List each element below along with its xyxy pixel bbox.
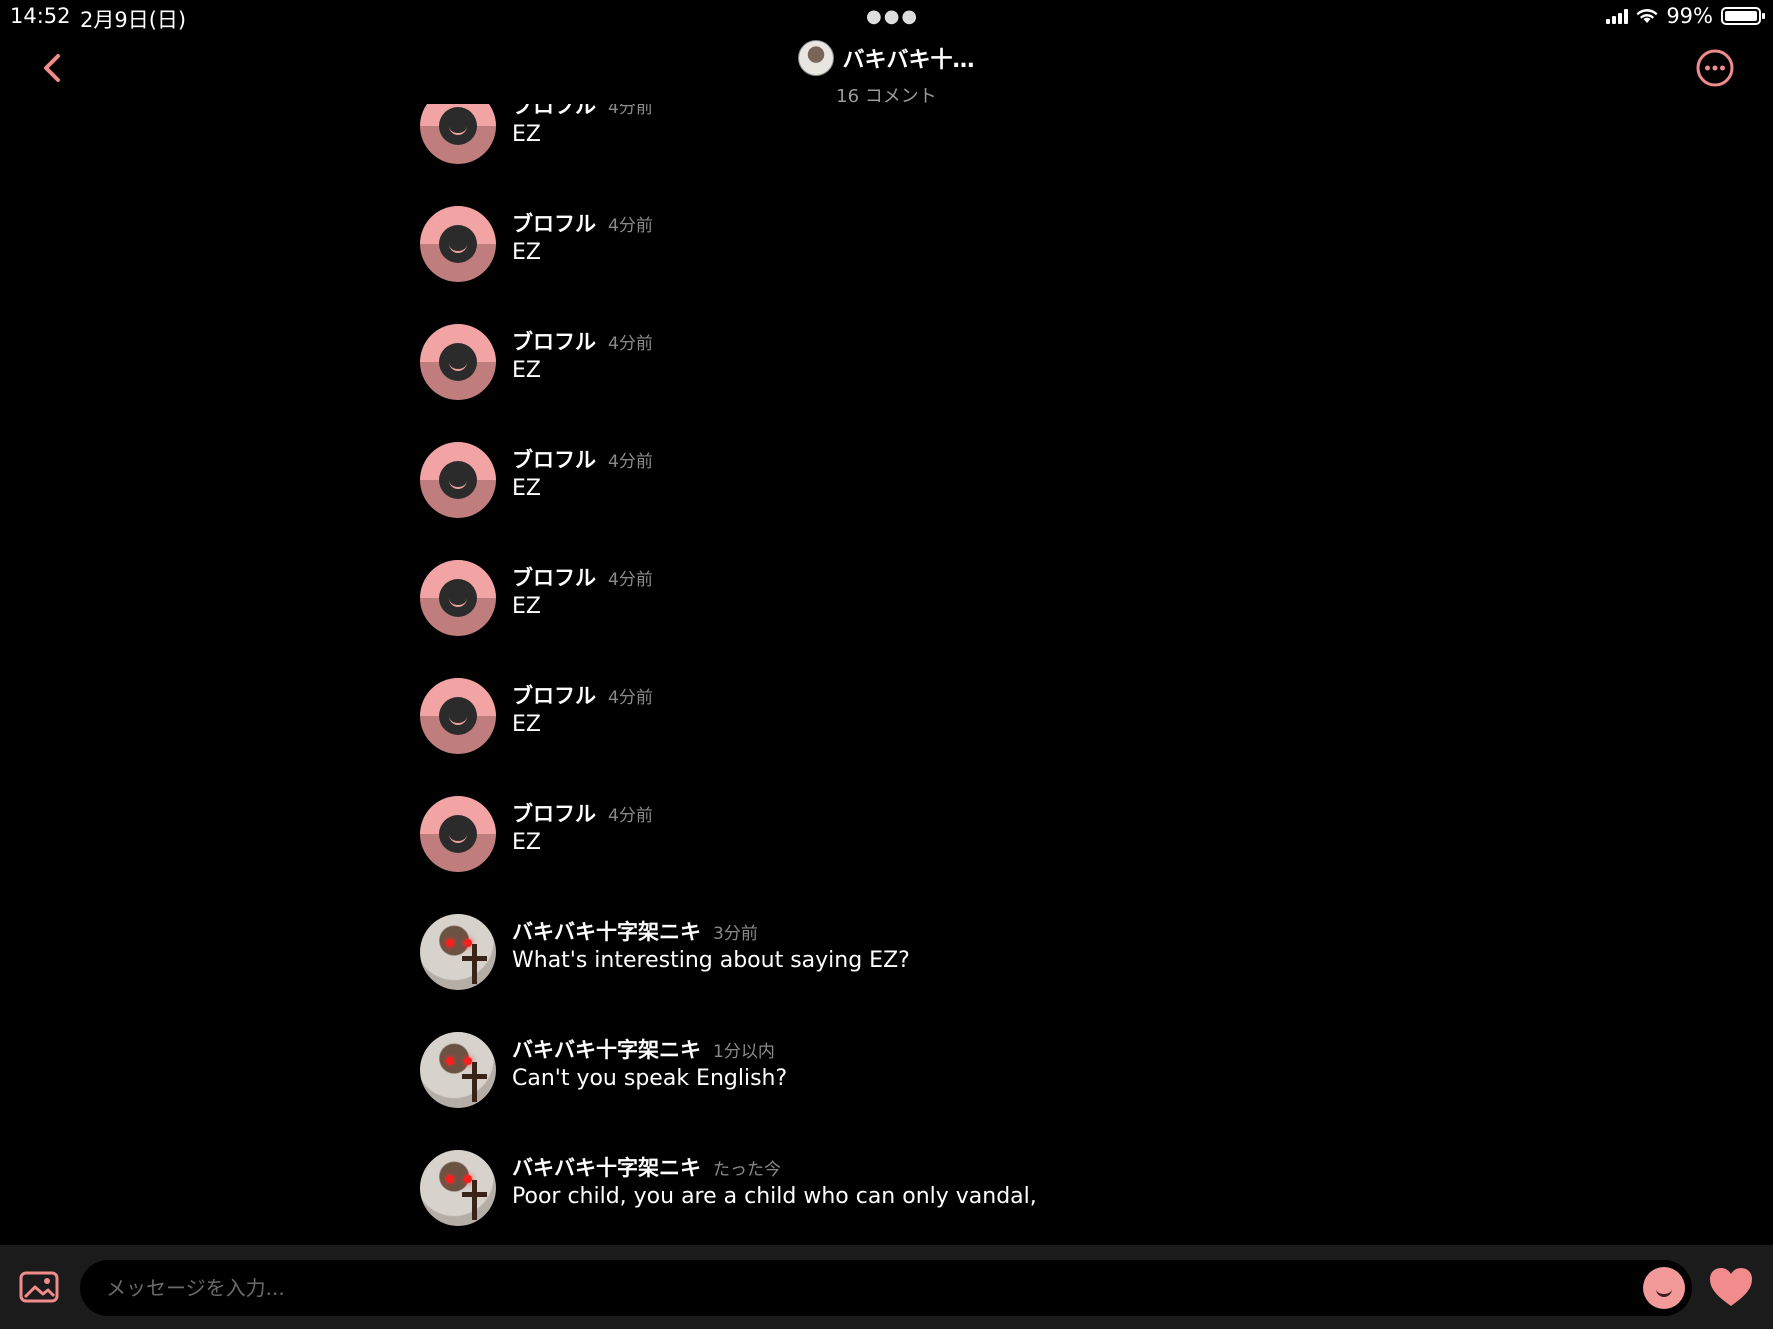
thread-header[interactable]: バキバキ十… 16 コメント (0, 40, 1773, 108)
message-author[interactable]: ブロフル (512, 104, 596, 118)
message-author[interactable]: ブロフル (512, 448, 596, 472)
message-time: 4分前 (608, 104, 653, 118)
blob-face-icon[interactable] (420, 324, 496, 400)
message-text: EZ (512, 830, 541, 855)
blob-face-icon[interactable] (420, 104, 496, 164)
heart-icon[interactable] (1707, 1265, 1755, 1309)
message-author[interactable]: ブロフル (512, 212, 596, 236)
status-date: 2月9日(日) (80, 8, 187, 32)
message-time: 3分前 (713, 924, 758, 944)
message-text: Poor child, you are a child who can only… (512, 1184, 1037, 1209)
message-time: 4分前 (608, 688, 653, 708)
user-photo-avatar[interactable] (420, 914, 496, 990)
message-text: Can't you speak English? (512, 1066, 788, 1091)
status-indicators: 99% (1606, 4, 1765, 28)
message-text: EZ (512, 122, 541, 147)
message-text: EZ (512, 240, 541, 265)
blob-face-icon[interactable] (420, 796, 496, 872)
message-time: 4分前 (608, 570, 653, 590)
status-bar: 14:52 2月9日(日) ●●● 99% (0, 0, 1773, 34)
user-photo-avatar[interactable] (420, 1150, 496, 1226)
message-time: たった今 (713, 1160, 781, 1180)
image-picker-icon[interactable] (18, 1267, 60, 1307)
message-time: 4分前 (608, 334, 653, 354)
message-author[interactable]: ブロフル (512, 684, 596, 708)
composer-bar (0, 1245, 1773, 1329)
cellular-signal-icon (1606, 8, 1629, 24)
blob-face-icon[interactable] (420, 442, 496, 518)
user-photo-avatar[interactable] (420, 1032, 496, 1108)
blob-face-icon[interactable] (420, 206, 496, 282)
thread-title: バキバキ十… (842, 48, 975, 73)
message-text: EZ (512, 358, 541, 383)
message-author[interactable]: バキバキ十字架ニキ (512, 920, 701, 944)
message-author[interactable]: バキバキ十字架ニキ (512, 1156, 701, 1180)
message-time: 4分前 (608, 452, 653, 472)
status-time: 14:52 (10, 4, 71, 28)
message-time: 4分前 (608, 216, 653, 236)
message-text: EZ (512, 712, 541, 737)
battery-percent: 99% (1666, 4, 1713, 28)
message-time: 4分前 (608, 806, 653, 826)
message-input[interactable] (80, 1260, 1692, 1316)
message-author[interactable]: ブロフル (512, 566, 596, 590)
blob-face-icon[interactable] (420, 678, 496, 754)
message-text: EZ (512, 594, 541, 619)
blob-face-icon[interactable] (420, 560, 496, 636)
nav-bar: バキバキ十… 16 コメント (0, 34, 1773, 107)
message-author[interactable]: ブロフル (512, 802, 596, 826)
multitasking-dots-icon[interactable]: ●●● (866, 6, 919, 27)
battery-level-fill (1725, 11, 1757, 21)
wifi-icon (1636, 9, 1658, 23)
message-text: EZ (512, 476, 541, 501)
message-author[interactable]: バキバキ十字架ニキ (512, 1038, 701, 1062)
battery-icon (1721, 7, 1765, 25)
message-list[interactable]: ブロフル 4分前 EZ ブロフル 4分前 EZ ブロフル 4分前 EZ ブロフル 4分前… (0, 104, 1773, 1245)
smiley-icon[interactable] (1643, 1267, 1685, 1309)
thread-avatar (798, 40, 835, 76)
more-options-icon[interactable] (1695, 48, 1735, 88)
message-time: 1分以内 (713, 1042, 775, 1062)
message-author[interactable]: ブロフル (512, 330, 596, 354)
message-text: What's interesting about saying EZ? (512, 948, 910, 973)
